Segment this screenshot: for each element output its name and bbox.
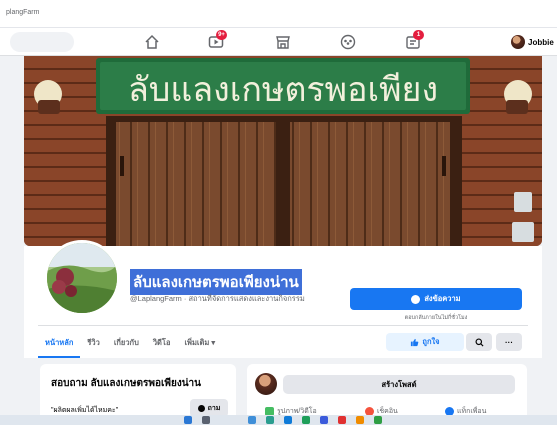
notification-badge: 1 bbox=[413, 30, 424, 40]
page-profile-picture[interactable] bbox=[44, 240, 120, 316]
user-name: Jobbie bbox=[528, 37, 554, 47]
browser-url-bar[interactable]: plangFarm bbox=[0, 0, 557, 28]
page-tabs: หน้าหลัก รีวิว เกี่ยวกับ วิดีโอ เพิ่มเติ… bbox=[38, 326, 222, 358]
user-avatar bbox=[511, 35, 525, 49]
ask-card-title: สอบถาม ลับแลงเกษตรพอเพียงน่าน bbox=[51, 378, 201, 389]
create-post-button[interactable]: สร้างโพสต์ bbox=[283, 375, 515, 394]
os-taskbar bbox=[0, 415, 557, 425]
page-title: ลับแลงเกษตรพอเพียงน่าน bbox=[130, 269, 302, 295]
search-icon bbox=[474, 337, 484, 347]
taskbar-app-icon[interactable] bbox=[248, 416, 256, 424]
tab-reviews[interactable]: รีวิว bbox=[80, 326, 106, 358]
page-subtitle: @LaplangFarm · สถานที่จัดการแสดงและงานกิ… bbox=[130, 294, 305, 303]
user-profile-link[interactable]: Jobbie bbox=[511, 34, 554, 50]
tab-videos[interactable]: วิดีโอ bbox=[146, 326, 178, 358]
messenger-icon bbox=[411, 294, 421, 304]
composer-avatar bbox=[255, 373, 277, 395]
send-message-button[interactable]: ส่งข้อความ bbox=[350, 288, 522, 310]
taskbar-app-icon[interactable] bbox=[320, 416, 328, 424]
thumbs-up-icon bbox=[411, 338, 419, 346]
messenger-icon bbox=[197, 404, 205, 412]
groups-icon[interactable] bbox=[339, 34, 357, 50]
response-time-note: ตอบกลับภายในไม่กี่ชั่วโมง bbox=[404, 315, 468, 321]
taskbar-app-icon[interactable] bbox=[284, 416, 292, 424]
search-page-button[interactable] bbox=[466, 333, 492, 351]
video-badge: 9+ bbox=[216, 30, 227, 40]
windows-start-icon[interactable] bbox=[184, 416, 192, 424]
more-options-button[interactable]: ··· bbox=[496, 333, 522, 351]
ask-label: ถาม bbox=[207, 404, 221, 412]
cover-photo[interactable]: ลับแลงเกษตรพอเพียง bbox=[24, 56, 542, 246]
top-navigation: 9+ 1 Jobbie bbox=[0, 28, 557, 56]
pages-icon[interactable]: 1 bbox=[404, 30, 424, 50]
taskbar-app-icon[interactable] bbox=[302, 416, 310, 424]
taskbar-app-icon[interactable] bbox=[356, 416, 364, 424]
search-input[interactable] bbox=[10, 32, 74, 52]
taskbar-search-icon[interactable] bbox=[202, 416, 210, 424]
tab-home[interactable]: หน้าหลัก bbox=[38, 326, 81, 358]
tab-more[interactable]: เพิ่มเติม ▾ bbox=[177, 326, 222, 358]
video-icon[interactable]: 9+ bbox=[207, 30, 227, 50]
taskbar-app-icon[interactable] bbox=[374, 416, 382, 424]
like-button[interactable]: ถูกใจ bbox=[386, 333, 464, 351]
like-label: ถูกใจ bbox=[422, 337, 440, 346]
tab-about[interactable]: เกี่ยวกับ bbox=[107, 326, 146, 358]
taskbar-app-icon[interactable] bbox=[338, 416, 346, 424]
taskbar-app-icon[interactable] bbox=[266, 416, 274, 424]
cover-sign-text: ลับแลงเกษตรพอเพียง bbox=[128, 70, 438, 110]
send-message-label: ส่งข้อความ bbox=[424, 294, 461, 303]
page-header-card: ลับแลงเกษตรพอเพียงน่าน @LaplangFarm · สถ… bbox=[24, 240, 542, 358]
url-text[interactable]: plangFarm bbox=[6, 9, 39, 16]
home-icon[interactable] bbox=[143, 34, 161, 50]
marketplace-icon[interactable] bbox=[274, 34, 292, 50]
